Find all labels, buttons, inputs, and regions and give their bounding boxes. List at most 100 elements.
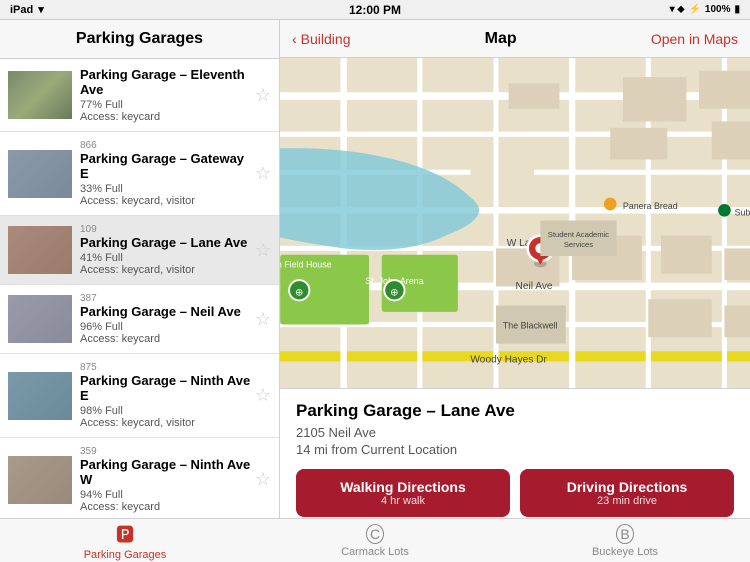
- svg-text:⊕: ⊕: [390, 287, 399, 298]
- bluetooth-icon: ⚡: [688, 4, 700, 15]
- walking-btn-title: Walking Directions: [304, 479, 502, 495]
- garage-item[interactable]: Parking Garage – Eleventh Ave 77% FullAc…: [0, 59, 279, 132]
- garage-info: 875 Parking Garage – Ninth Ave E 98% Ful…: [80, 362, 251, 429]
- garage-number: 359: [80, 446, 251, 457]
- back-label: Building: [301, 31, 351, 47]
- directions-row: Walking Directions 4 hr walk Driving Dir…: [296, 469, 734, 517]
- garage-item[interactable]: 109 Parking Garage – Lane Ave 41% FullAc…: [0, 216, 279, 285]
- garage-thumb: [8, 295, 72, 343]
- info-panel: Parking Garage – Lane Ave 2105 Neil Ave …: [280, 388, 750, 518]
- back-chevron-icon: ‹: [292, 31, 297, 47]
- garage-info: 866 Parking Garage – Gateway E 33% FullA…: [80, 140, 251, 207]
- garage-number: 875: [80, 362, 251, 373]
- tab-label: Carmack Lots: [341, 546, 409, 558]
- back-button[interactable]: ‹ Building: [292, 31, 351, 47]
- driving-directions-button[interactable]: Driving Directions 23 min drive: [520, 469, 734, 517]
- garage-image: [8, 150, 72, 198]
- svg-text:Subway: Subway: [735, 207, 750, 217]
- garage-name: Parking Garage – Ninth Ave E: [80, 373, 251, 403]
- status-right: ▾ ⬥ ⚡ 100% ▮: [670, 4, 740, 15]
- driving-btn-title: Driving Directions: [528, 479, 726, 495]
- status-time: 12:00 PM: [349, 3, 401, 17]
- tab-buckeye[interactable]: B Buckeye Lots: [500, 524, 750, 558]
- selected-garage-name: Parking Garage – Lane Ave: [296, 401, 734, 421]
- garage-item[interactable]: 875 Parking Garage – Ninth Ave E 98% Ful…: [0, 354, 279, 438]
- right-header: ‹ Building Map Open in Maps: [280, 20, 750, 58]
- signal-icon: ▾ ⬥: [670, 4, 685, 15]
- svg-text:Panera Bread: Panera Bread: [623, 201, 678, 211]
- svg-text:Student Academic: Student Academic: [548, 230, 610, 239]
- garage-thumb: [8, 456, 72, 504]
- garage-stats: 33% FullAccess: keycard, visitor: [80, 183, 251, 207]
- status-left: iPad ▾: [10, 3, 44, 16]
- left-panel-title: Parking Garages: [76, 30, 203, 47]
- carmack-tab-icon: C: [366, 524, 384, 544]
- garage-image: [8, 456, 72, 504]
- garage-stats: 77% FullAccess: keycard: [80, 99, 251, 123]
- favorite-icon[interactable]: ☆: [255, 309, 271, 330]
- battery-label: 100%: [705, 4, 731, 15]
- battery-icon: ▮: [734, 4, 740, 15]
- svg-text:Neil Ave: Neil Ave: [516, 281, 553, 292]
- garage-thumb: [8, 71, 72, 119]
- garage-item[interactable]: 359 Parking Garage – Ninth Ave W 94% Ful…: [0, 438, 279, 518]
- tab-bar: 🅿 Parking Garages C Carmack Lots B Bucke…: [0, 518, 750, 562]
- garage-info: Parking Garage – Eleventh Ave 77% FullAc…: [80, 67, 251, 123]
- ipad-label: iPad: [10, 4, 33, 16]
- garage-list: Parking Garage – Eleventh Ave 77% FullAc…: [0, 59, 279, 518]
- selected-garage-address: 2105 Neil Ave: [296, 425, 734, 440]
- tab-carmack[interactable]: C Carmack Lots: [250, 524, 500, 558]
- map-title: Map: [485, 30, 517, 48]
- map-area[interactable]: W Lane Ave Neil Ave Woody Hayes Dr Frenc…: [280, 58, 750, 388]
- garage-info: 387 Parking Garage – Neil Ave 96% FullAc…: [80, 293, 251, 345]
- tab-label: Buckeye Lots: [592, 546, 658, 558]
- svg-text:Woody Hayes Dr: Woody Hayes Dr: [470, 355, 547, 366]
- garage-name: Parking Garage – Gateway E: [80, 151, 251, 181]
- garage-stats: 98% FullAccess: keycard, visitor: [80, 405, 251, 429]
- garage-name: Parking Garage – Neil Ave: [80, 304, 251, 319]
- favorite-icon[interactable]: ☆: [255, 163, 271, 184]
- garage-stats: 96% FullAccess: keycard: [80, 321, 251, 345]
- garage-number: 387: [80, 293, 251, 304]
- buckeye-tab-icon: B: [616, 524, 633, 544]
- garage-item[interactable]: 387 Parking Garage – Neil Ave 96% FullAc…: [0, 285, 279, 354]
- status-bar: iPad ▾ 12:00 PM ▾ ⬥ ⚡ 100% ▮: [0, 0, 750, 20]
- driving-btn-sub: 23 min drive: [528, 495, 726, 507]
- svg-text:The Blackwell: The Blackwell: [503, 320, 558, 330]
- walking-directions-button[interactable]: Walking Directions 4 hr walk: [296, 469, 510, 517]
- svg-text:Services: Services: [564, 240, 593, 249]
- garage-name: Parking Garage – Eleventh Ave: [80, 67, 251, 97]
- walking-btn-sub: 4 hr walk: [304, 495, 502, 507]
- garage-name: Parking Garage – Ninth Ave W: [80, 457, 251, 487]
- favorite-icon[interactable]: ☆: [255, 469, 271, 490]
- garage-thumb: [8, 150, 72, 198]
- svg-text:⊕: ⊕: [295, 287, 304, 298]
- tab-label: Parking Garages: [84, 549, 167, 561]
- garage-info: 359 Parking Garage – Ninth Ave W 94% Ful…: [80, 446, 251, 513]
- garage-number: 866: [80, 140, 251, 151]
- left-panel-header: Parking Garages: [0, 20, 279, 59]
- svg-text:French Field House: French Field House: [280, 259, 332, 269]
- garage-item[interactable]: 866 Parking Garage – Gateway E 33% FullA…: [0, 132, 279, 216]
- garage-image: [8, 226, 72, 274]
- garage-image: [8, 372, 72, 420]
- garage-stats: 94% FullAccess: keycard: [80, 489, 251, 513]
- selected-garage-distance: 14 mi from Current Location: [296, 442, 734, 457]
- garage-info: 109 Parking Garage – Lane Ave 41% FullAc…: [80, 224, 251, 276]
- garage-image: [8, 295, 72, 343]
- garage-thumb: [8, 372, 72, 420]
- right-panel: ‹ Building Map Open in Maps: [280, 20, 750, 518]
- favorite-icon[interactable]: ☆: [255, 385, 271, 406]
- tab-parking[interactable]: 🅿 Parking Garages: [0, 521, 250, 561]
- garage-image: [8, 71, 72, 119]
- garage-name: Parking Garage – Lane Ave: [80, 235, 251, 250]
- wifi-icon: ▾: [38, 3, 44, 16]
- left-panel: Parking Garages Parking Garage – Elevent…: [0, 20, 280, 518]
- garage-number: 109: [80, 224, 251, 235]
- favorite-icon[interactable]: ☆: [255, 240, 271, 261]
- open-maps-button[interactable]: Open in Maps: [651, 31, 738, 47]
- garage-thumb: [8, 226, 72, 274]
- favorite-icon[interactable]: ☆: [255, 85, 271, 106]
- parking-tab-icon: 🅿: [116, 521, 134, 547]
- garage-stats: 41% FullAccess: keycard, visitor: [80, 252, 251, 276]
